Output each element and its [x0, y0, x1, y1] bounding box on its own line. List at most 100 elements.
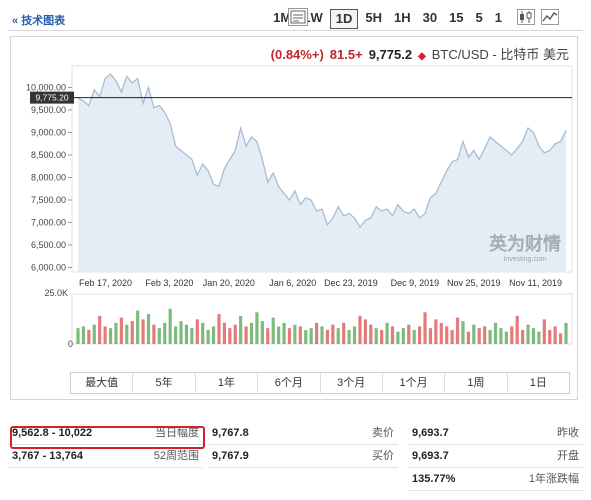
volume-bar	[98, 315, 102, 344]
volume-bar	[320, 326, 324, 344]
period-tab-5h[interactable]: 5H	[360, 9, 387, 29]
x-tick-label: Feb 17, 2020	[79, 278, 132, 288]
technical-chart-link[interactable]: 技术图表 »	[12, 12, 65, 28]
chart-toolbar: 1 5 15 30 1H 5H 1D 1W 1M 技术图表 »	[8, 6, 583, 31]
volume-bar	[255, 312, 259, 344]
period-tab-1[interactable]: 1	[490, 9, 507, 29]
volume-bar	[217, 314, 221, 344]
volume-bar	[423, 312, 427, 344]
volume-bar	[439, 322, 443, 344]
line-chart-icon[interactable]	[541, 9, 559, 25]
volume-bar	[184, 324, 189, 344]
volume-bar	[412, 329, 416, 344]
volume-bar	[277, 326, 281, 344]
stat-row: 买价 9,767.9	[208, 445, 398, 468]
range-tab-6[interactable]: 5年	[132, 373, 194, 393]
chart-settings-icon[interactable]	[288, 8, 308, 26]
volume-bar	[244, 326, 248, 344]
candlestick-icon[interactable]	[517, 9, 535, 25]
range-tab-2[interactable]: 1个月	[381, 373, 444, 393]
x-tick-label: Nov 25, 2019	[447, 278, 501, 288]
volume-bar	[325, 329, 330, 344]
volume-bar	[515, 315, 519, 344]
volume-bar	[385, 322, 389, 344]
watermark-sub: Investing.com	[503, 256, 546, 263]
volume-bar	[92, 324, 96, 344]
x-tick-label: Jan 6, 2020	[269, 278, 316, 288]
volume-max-label: 25.0K	[44, 288, 68, 298]
volume-bar	[358, 315, 362, 344]
volume-bar	[564, 322, 568, 344]
range-tab-5[interactable]: 1年	[194, 373, 257, 393]
volume-bar	[553, 326, 557, 344]
volume-bar	[81, 326, 86, 344]
volume-bar	[396, 331, 400, 344]
volume-bar	[363, 319, 367, 344]
period-tab-1h[interactable]: 1H	[389, 9, 416, 29]
volume-bar	[119, 317, 123, 344]
range-tab-4[interactable]: 6个月	[257, 373, 319, 393]
x-tick-label: Dec 23, 2019	[324, 278, 378, 288]
stat-row: 卖价 9,767.8	[208, 422, 398, 445]
volume-bar	[87, 329, 91, 344]
volume-bar	[152, 324, 156, 344]
y-tick-label: 6,500.00	[31, 240, 66, 250]
period-tab-5[interactable]: 5	[471, 9, 488, 29]
volume-bar	[163, 322, 167, 344]
range-tab-1[interactable]: 1周	[444, 373, 506, 393]
volume-bar	[260, 321, 264, 344]
x-tick-label: Feb 3, 2020	[145, 278, 193, 288]
stat-value: 9,693.7	[412, 427, 449, 439]
quote-stats-table: 昨收 9,693.7 开盘 9,693.7 1年涨跌幅 135.77% 卖价 9,767.8 买…	[8, 422, 583, 492]
volume-bar	[369, 324, 373, 344]
y-tick-label: 8,500.00	[31, 150, 66, 160]
x-tick-label: Dec 9, 2019	[391, 278, 440, 288]
volume-bar	[499, 328, 503, 344]
stat-row: 1年涨跌幅 135.77%	[408, 468, 583, 491]
volume-bar	[445, 326, 449, 344]
volume-bar	[266, 328, 270, 344]
stat-label: 买价	[372, 450, 394, 462]
volume-bar	[548, 329, 552, 344]
volume-bar	[483, 326, 487, 344]
volume-bar	[390, 326, 395, 344]
x-tick-label: Jan 20, 2020	[203, 278, 255, 288]
volume-bar	[271, 317, 275, 344]
y-tick-label: 7,500.00	[31, 195, 66, 205]
volume-bar	[472, 324, 476, 344]
volume-bar	[141, 319, 145, 344]
volume-bar	[239, 315, 243, 344]
volume-bar	[531, 328, 536, 344]
volume-bar	[228, 328, 232, 344]
volume-bar	[125, 324, 129, 344]
volume-bar	[401, 328, 405, 344]
period-tab-15[interactable]: 15	[444, 9, 468, 29]
volume-bar	[314, 322, 319, 344]
stat-row: 昨收 9,693.7	[408, 422, 583, 445]
range-tab-7[interactable]: 最大值	[71, 373, 132, 393]
volume-bar	[249, 322, 254, 344]
price-chart[interactable]: 10,000.00 9,500.00 9,000.00 8,500.00 8,000.0…	[10, 60, 578, 370]
stat-value: 135.77%	[412, 473, 456, 485]
range-tab-3[interactable]: 3个月	[319, 373, 382, 393]
stat-label: 开盘	[557, 450, 579, 462]
y-tick-label: 7,000.00	[31, 218, 66, 228]
volume-bar	[179, 321, 183, 344]
volume-bar	[374, 328, 378, 344]
range-tab-0[interactable]: 1日	[506, 373, 569, 393]
y-tick-label: 6,000.00	[31, 263, 66, 273]
volume-bar	[526, 324, 530, 344]
last-price-label: 9,775.20	[35, 93, 68, 103]
volume-bar	[298, 326, 302, 344]
period-tab-30[interactable]: 30	[418, 9, 442, 29]
day-range-highlight	[10, 426, 205, 449]
period-tab-1d[interactable]: 1D	[329, 9, 359, 29]
volume-bar	[103, 326, 107, 344]
volume-bar	[493, 322, 498, 344]
stat-label: 1年涨跌幅	[528, 473, 579, 485]
stat-value: 9,693.7	[412, 450, 449, 462]
y-tick-label: 9,000.00	[31, 128, 66, 138]
volume-bar	[157, 328, 161, 344]
volume-bar	[287, 328, 292, 344]
volume-bar	[488, 329, 492, 344]
